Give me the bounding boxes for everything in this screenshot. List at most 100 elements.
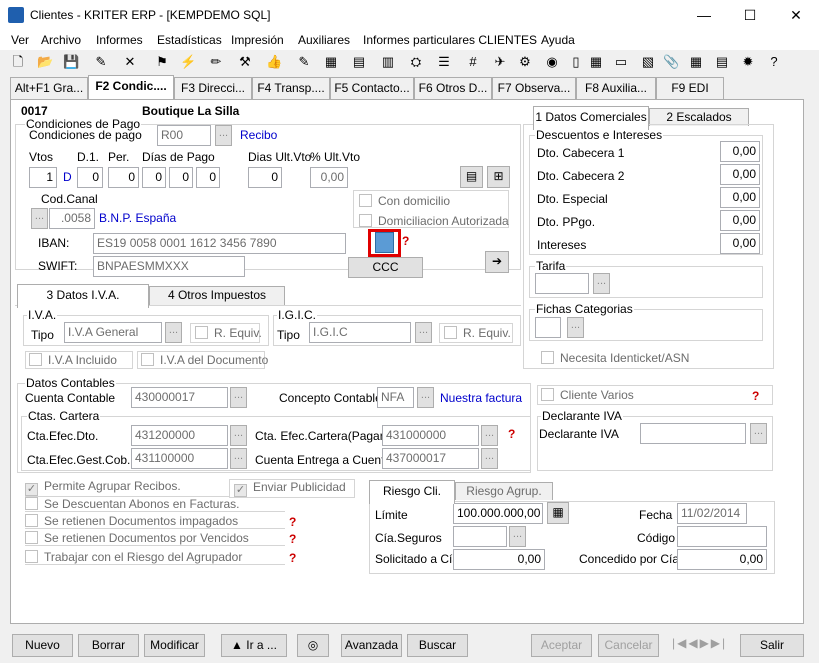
con-domicilio-checkbox[interactable]: Con domicilio [359,194,450,208]
tab-datos-comerciales[interactable]: 1 Datos Comerciales [533,106,649,130]
iva-documento-checkbox[interactable]: I.V.A del Documento [137,351,268,369]
gest-cob-input[interactable]: 431100000 [131,448,228,469]
solicitado-input[interactable]: 0,00 [453,549,545,570]
concepto-lookup-button[interactable]: ... [417,387,434,408]
dto-cab2-input[interactable]: 0,00 [720,164,760,185]
help-icon[interactable]: ? [289,551,296,565]
concepto-input[interactable]: NFA [377,387,414,408]
cond-pago-lookup-button[interactable]: ... [215,125,232,146]
dto-especial-input[interactable]: 0,00 [720,187,760,208]
cancelar-button[interactable]: Cancelar [598,634,659,657]
agrupar-recibos-checkbox[interactable]: Permite Agrupar Recibos. [25,479,229,497]
menu-auxiliares[interactable]: Auxiliares [298,33,350,47]
help-icon[interactable]: ? [752,389,759,403]
book-button[interactable] [375,232,394,253]
menu-ver[interactable]: Ver [11,33,29,47]
thumb-icon[interactable]: 👍 [266,54,282,70]
tab-direcciones[interactable]: F3 Direcci... [174,77,252,99]
menu-informes-particulares[interactable]: Informes particulares CLIENTES [363,33,537,47]
dia3-input[interactable]: 0 [196,167,220,188]
efec-dto-input[interactable]: 431200000 [131,425,228,446]
cuenta-input[interactable]: 430000017 [131,387,228,408]
help-icon[interactable]: ? [402,234,409,248]
iban-input[interactable]: ES19 0058 0001 1612 3456 7890 [93,233,346,254]
codcanal-input[interactable]: .0058 [49,208,95,229]
codcanal-lookup-button[interactable]: ... [31,208,48,229]
codigo-input[interactable] [677,526,767,547]
cond-pago-input[interactable]: R00 [157,125,211,146]
menu-estadisticas[interactable]: Estadísticas [157,33,222,47]
delete-x-icon[interactable]: ✕ [122,54,138,70]
stamp-icon[interactable]: ⚒ [237,54,253,70]
tarifa-input[interactable] [535,273,589,294]
pencil-icon[interactable]: ✏ [208,54,224,70]
tab-datos-iva[interactable]: 3 Datos I.V.A. [17,284,149,308]
entrega-input[interactable]: 437000017 [382,448,479,469]
d1-input[interactable]: 0 [77,167,103,188]
book-icon[interactable]: ▧ [640,54,656,70]
dto-cab1-input[interactable]: 0,00 [720,141,760,162]
declarante-input[interactable] [640,423,746,444]
salir-button[interactable]: Salir [740,634,804,657]
igic-requiv-checkbox[interactable]: R. Equiv. [439,323,513,343]
calendar-icon[interactable]: ▦ [588,54,604,70]
concedido-input[interactable]: 0,00 [677,549,767,570]
hierarchy-icon[interactable]: ▤ [714,54,730,70]
modificar-button[interactable]: Modificar [144,634,205,657]
globe-button[interactable]: ◎ [297,634,329,657]
dias-ult-input[interactable]: 0 [248,167,282,188]
fichas-lookup-button[interactable]: ... [567,317,584,338]
ccc-button[interactable]: CCC [348,257,423,278]
vencidos-checkbox[interactable]: Se retienen Documentos por Vencidos [25,531,285,546]
bulb-icon[interactable]: ✹ [740,54,756,70]
iva-requiv-checkbox[interactable]: R. Equiv. [190,323,262,343]
identicket-checkbox[interactable]: Necesita Identicket/ASN [541,351,689,365]
help-icon[interactable]: ? [508,427,515,441]
declarante-lookup-button[interactable]: ... [750,423,767,444]
menu-archivo[interactable]: Archivo [41,33,81,47]
table-icon[interactable]: ▦ [323,54,339,70]
cuenta-lookup-button[interactable]: ... [230,387,247,408]
per-input[interactable]: 0 [108,167,139,188]
tab-graficos[interactable]: Alt+F1 Gra... [10,77,88,99]
riesgo-agrupador-checkbox[interactable]: Trabajar con el Riesgo del Agrupador [25,550,285,565]
fecha-input[interactable]: 11/02/2014 [677,503,747,524]
entrega-lookup-button[interactable]: ... [481,448,498,469]
number-icon[interactable]: # [465,54,481,70]
grid-icon[interactable]: ▦ [688,54,704,70]
iva-tipo-lookup-button[interactable]: ... [165,322,182,343]
vial-icon[interactable]: ▯ [568,54,584,70]
window-icon[interactable]: ▭ [613,54,629,70]
tab-auxiliares[interactable]: F8 Auxilia... [576,77,656,99]
dom-autorizada-checkbox[interactable]: Domiciliacion Autorizada [359,214,509,228]
tab-edi[interactable]: F9 EDI [656,77,724,99]
efec-cartera-input[interactable]: 431000000 [382,425,479,446]
tab-transportistas[interactable]: F4 Transp.... [252,77,330,99]
close-button[interactable]: ✕ [773,0,819,30]
record-navigator[interactable]: |◀◀▶▶| [672,636,732,656]
tab-condiciones[interactable]: F2 Condic.... [88,75,174,99]
lightning-icon[interactable]: ⚡ [180,54,196,70]
coins-icon[interactable]: ◉ [544,54,560,70]
open-folder-icon[interactable]: 📂 [37,54,53,70]
tab-riesgo-cli[interactable]: Riesgo Cli. [369,480,455,504]
menu-impresion[interactable]: Impresión [231,33,284,47]
help-icon[interactable]: ? [766,54,782,70]
pct-ult-input[interactable]: 0,00 [310,167,348,188]
bird-icon[interactable]: ✈ [492,54,508,70]
calendar-button[interactable]: ▤ [460,166,483,188]
new-doc-icon[interactable]: 🗋 [10,54,26,70]
igic-tipo-input[interactable]: I.G.I.C [309,322,411,343]
tab-observaciones[interactable]: F7 Observa... [492,77,576,99]
tree-icon[interactable]: ⚑ [154,54,170,70]
help-icon[interactable]: ? [289,515,296,529]
seguros-input[interactable] [453,526,507,547]
maximize-button[interactable]: ☐ [727,0,773,30]
limite-input[interactable]: 100.000.000,00 [453,503,543,524]
borrar-button[interactable]: Borrar [78,634,139,657]
tab-otros-datos[interactable]: F6 Otros D... [414,77,492,99]
chart-icon[interactable]: ▥ [380,54,396,70]
aceptar-button[interactable]: Aceptar [531,634,592,657]
dia1-input[interactable]: 0 [142,167,166,188]
ir-a-button[interactable]: ▲ Ir a ... [221,634,287,657]
